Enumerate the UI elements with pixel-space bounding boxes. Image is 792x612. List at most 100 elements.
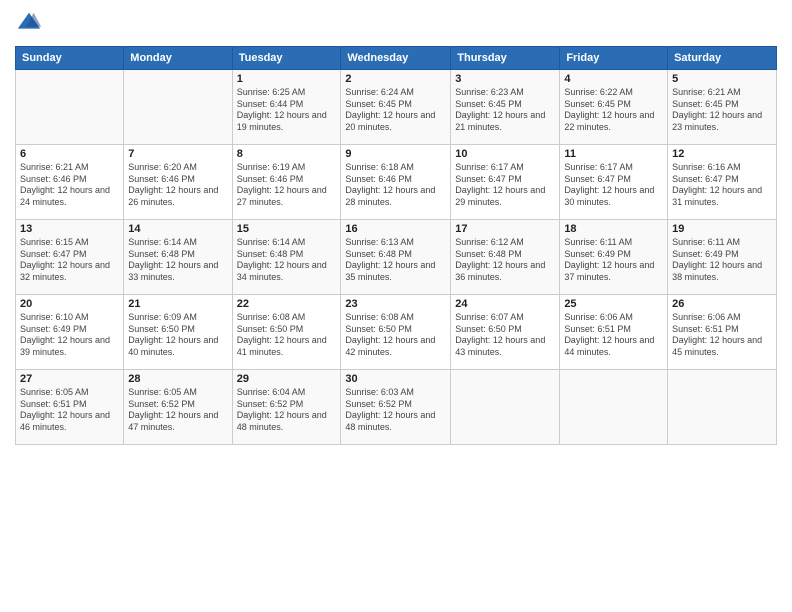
calendar-cell xyxy=(668,370,777,445)
day-number: 19 xyxy=(672,223,772,235)
calendar-cell: 21Sunrise: 6:09 AM Sunset: 6:50 PM Dayli… xyxy=(124,295,232,370)
day-number: 17 xyxy=(455,223,555,235)
page: SundayMondayTuesdayWednesdayThursdayFrid… xyxy=(0,0,792,612)
day-number: 3 xyxy=(455,73,555,85)
calendar-cell: 19 Sunrise: 6:11 AM Sunset: 6:49 PM Dayli… xyxy=(668,220,777,295)
day-number: 2 xyxy=(345,73,446,85)
weekday-header-saturday: Saturday xyxy=(668,47,777,70)
calendar-cell: 27 Sunrise: 6:05 AM Sunset: 6:51 PM Dayli… xyxy=(16,370,124,445)
calendar-cell: 28Sunrise: 6:05 AM Sunset: 6:52 PM Dayli… xyxy=(124,370,232,445)
day-number: 5 xyxy=(672,73,772,85)
day-number: 9 xyxy=(345,148,446,160)
day-info: Sunrise: 6:06 AM Sunset: 6:51 PM Dayligh… xyxy=(672,312,772,359)
day-info: Sunrise: 6:23 AM Sunset: 6:45 PM Dayligh… xyxy=(455,87,555,134)
calendar-body: 1 Sunrise: 6:25 AM Sunset: 6:44 PM Daylig… xyxy=(16,70,777,445)
calendar-cell: 4 Sunrise: 6:22 AM Sunset: 6:45 PM Daylig… xyxy=(560,70,668,145)
day-info: Sunrise: 6:18 AM Sunset: 6:46 PM Dayligh… xyxy=(345,162,446,209)
day-number: 16 xyxy=(345,223,446,235)
day-info: Sunrise: 6:17 AM Sunset: 6:47 PM Dayligh… xyxy=(564,162,663,209)
day-number: 12 xyxy=(672,148,772,160)
calendar-cell: 11Sunrise: 6:17 AM Sunset: 6:47 PM Dayli… xyxy=(560,145,668,220)
day-number: 30 xyxy=(345,373,446,385)
calendar-cell: 1 Sunrise: 6:25 AM Sunset: 6:44 PM Daylig… xyxy=(232,70,341,145)
calendar-cell: 26 Sunrise: 6:06 AM Sunset: 6:51 PM Dayli… xyxy=(668,295,777,370)
calendar-cell: 14 Sunrise: 6:14 AM Sunset: 6:48 PM Dayli… xyxy=(124,220,232,295)
day-number: 14 xyxy=(128,223,227,235)
calendar-cell: 8Sunrise: 6:19 AM Sunset: 6:46 PM Daylig… xyxy=(232,145,341,220)
calendar-cell: 9 Sunrise: 6:18 AM Sunset: 6:46 PM Daylig… xyxy=(341,145,451,220)
day-info: Sunrise: 6:15 AM Sunset: 6:47 PM Dayligh… xyxy=(20,237,119,284)
day-number: 1 xyxy=(237,73,337,85)
day-info: Sunrise: 6:09 AM Sunset: 6:50 PM Dayligh… xyxy=(128,312,227,359)
calendar-cell: 20 Sunrise: 6:10 AM Sunset: 6:49 PM Dayli… xyxy=(16,295,124,370)
calendar-cell: 15 Sunrise: 6:14 AM Sunset: 6:48 PM Dayli… xyxy=(232,220,341,295)
day-info: Sunrise: 6:24 AM Sunset: 6:45 PM Dayligh… xyxy=(345,87,446,134)
calendar-cell: 16 Sunrise: 6:13 AM Sunset: 6:48 PM Dayli… xyxy=(341,220,451,295)
day-number: 23 xyxy=(345,298,446,310)
calendar-week-2: 6 Sunrise: 6:21 AM Sunset: 6:46 PM Daylig… xyxy=(16,145,777,220)
calendar-week-4: 20 Sunrise: 6:10 AM Sunset: 6:49 PM Dayli… xyxy=(16,295,777,370)
day-info: Sunrise: 6:11 AM Sunset: 6:49 PM Dayligh… xyxy=(564,237,663,284)
calendar-header-row: SundayMondayTuesdayWednesdayThursdayFrid… xyxy=(16,47,777,70)
day-number: 8 xyxy=(237,148,337,160)
day-info: Sunrise: 6:17 AM Sunset: 6:47 PM Dayligh… xyxy=(455,162,555,209)
day-number: 10 xyxy=(455,148,555,160)
day-info: Sunrise: 6:25 AM Sunset: 6:44 PM Dayligh… xyxy=(237,87,337,134)
day-number: 27 xyxy=(20,373,119,385)
day-info: Sunrise: 6:05 AM Sunset: 6:51 PM Dayligh… xyxy=(20,387,119,434)
day-info: Sunrise: 6:06 AM Sunset: 6:51 PM Dayligh… xyxy=(564,312,663,359)
day-info: Sunrise: 6:11 AM Sunset: 6:49 PM Dayligh… xyxy=(672,237,772,284)
calendar-cell: 22 Sunrise: 6:08 AM Sunset: 6:50 PM Dayli… xyxy=(232,295,341,370)
weekday-header-tuesday: Tuesday xyxy=(232,47,341,70)
day-number: 4 xyxy=(564,73,663,85)
day-info: Sunrise: 6:16 AM Sunset: 6:47 PM Dayligh… xyxy=(672,162,772,209)
day-info: Sunrise: 6:07 AM Sunset: 6:50 PM Dayligh… xyxy=(455,312,555,359)
calendar-cell: 13 Sunrise: 6:15 AM Sunset: 6:47 PM Dayli… xyxy=(16,220,124,295)
calendar: SundayMondayTuesdayWednesdayThursdayFrid… xyxy=(15,46,777,445)
calendar-cell xyxy=(560,370,668,445)
calendar-cell xyxy=(451,370,560,445)
day-number: 13 xyxy=(20,223,119,235)
day-number: 18 xyxy=(564,223,663,235)
day-number: 20 xyxy=(20,298,119,310)
weekday-header-wednesday: Wednesday xyxy=(341,47,451,70)
calendar-cell: 25Sunrise: 6:06 AM Sunset: 6:51 PM Dayli… xyxy=(560,295,668,370)
day-info: Sunrise: 6:03 AM Sunset: 6:52 PM Dayligh… xyxy=(345,387,446,434)
day-info: Sunrise: 6:13 AM Sunset: 6:48 PM Dayligh… xyxy=(345,237,446,284)
day-number: 7 xyxy=(128,148,227,160)
weekday-header-monday: Monday xyxy=(124,47,232,70)
day-info: Sunrise: 6:08 AM Sunset: 6:50 PM Dayligh… xyxy=(237,312,337,359)
calendar-cell: 29Sunrise: 6:04 AM Sunset: 6:52 PM Dayli… xyxy=(232,370,341,445)
day-info: Sunrise: 6:12 AM Sunset: 6:48 PM Dayligh… xyxy=(455,237,555,284)
day-info: Sunrise: 6:08 AM Sunset: 6:50 PM Dayligh… xyxy=(345,312,446,359)
calendar-cell: 17 Sunrise: 6:12 AM Sunset: 6:48 PM Dayli… xyxy=(451,220,560,295)
calendar-week-3: 13 Sunrise: 6:15 AM Sunset: 6:47 PM Dayli… xyxy=(16,220,777,295)
calendar-week-1: 1 Sunrise: 6:25 AM Sunset: 6:44 PM Daylig… xyxy=(16,70,777,145)
header xyxy=(15,10,777,38)
weekday-header-sunday: Sunday xyxy=(16,47,124,70)
calendar-cell: 30 Sunrise: 6:03 AM Sunset: 6:52 PM Dayli… xyxy=(341,370,451,445)
day-info: Sunrise: 6:14 AM Sunset: 6:48 PM Dayligh… xyxy=(237,237,337,284)
day-info: Sunrise: 6:21 AM Sunset: 6:46 PM Dayligh… xyxy=(20,162,119,209)
calendar-cell: 10 Sunrise: 6:17 AM Sunset: 6:47 PM Dayli… xyxy=(451,145,560,220)
calendar-cell: 18 Sunrise: 6:11 AM Sunset: 6:49 PM Dayli… xyxy=(560,220,668,295)
calendar-cell xyxy=(16,70,124,145)
calendar-cell: 6 Sunrise: 6:21 AM Sunset: 6:46 PM Daylig… xyxy=(16,145,124,220)
weekday-header-thursday: Thursday xyxy=(451,47,560,70)
day-number: 26 xyxy=(672,298,772,310)
day-info: Sunrise: 6:20 AM Sunset: 6:46 PM Dayligh… xyxy=(128,162,227,209)
weekday-header-friday: Friday xyxy=(560,47,668,70)
calendar-cell: 12 Sunrise: 6:16 AM Sunset: 6:47 PM Dayli… xyxy=(668,145,777,220)
day-number: 22 xyxy=(237,298,337,310)
day-number: 15 xyxy=(237,223,337,235)
calendar-cell xyxy=(124,70,232,145)
day-number: 6 xyxy=(20,148,119,160)
calendar-cell: 7 Sunrise: 6:20 AM Sunset: 6:46 PM Daylig… xyxy=(124,145,232,220)
day-info: Sunrise: 6:10 AM Sunset: 6:49 PM Dayligh… xyxy=(20,312,119,359)
calendar-cell: 2 Sunrise: 6:24 AM Sunset: 6:45 PM Daylig… xyxy=(341,70,451,145)
day-info: Sunrise: 6:14 AM Sunset: 6:48 PM Dayligh… xyxy=(128,237,227,284)
day-info: Sunrise: 6:05 AM Sunset: 6:52 PM Dayligh… xyxy=(128,387,227,434)
day-info: Sunrise: 6:22 AM Sunset: 6:45 PM Dayligh… xyxy=(564,87,663,134)
logo-icon xyxy=(15,10,43,38)
calendar-week-5: 27 Sunrise: 6:05 AM Sunset: 6:51 PM Dayli… xyxy=(16,370,777,445)
